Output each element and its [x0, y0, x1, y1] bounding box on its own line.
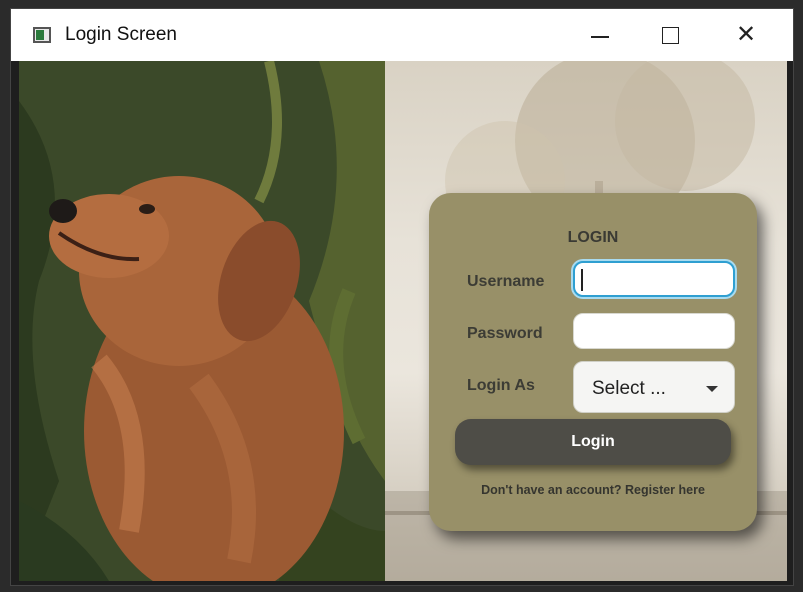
minimize-button[interactable]	[577, 15, 623, 55]
password-label: Password	[467, 325, 543, 342]
minimize-icon	[591, 36, 609, 38]
close-button[interactable]: ✕	[723, 15, 769, 55]
close-icon: ✕	[735, 21, 757, 48]
app-window: Login Screen ✕ LOGIN Username Password L…	[10, 8, 794, 586]
login-heading: LOGIN	[567, 229, 619, 246]
register-link[interactable]: Don't have an account? Register here	[429, 483, 757, 497]
login-as-selected: Select ...	[592, 378, 666, 399]
app-icon	[33, 27, 51, 43]
dog-photo	[19, 61, 385, 581]
maximize-icon	[662, 27, 679, 44]
maximize-button[interactable]	[647, 15, 693, 55]
login-as-label: Login As	[467, 377, 535, 394]
login-button[interactable]: Login	[455, 419, 731, 465]
login-as-select[interactable]: Select ...	[573, 361, 735, 413]
login-card: LOGIN Username Password Login As Select …	[429, 193, 757, 531]
text-caret	[581, 269, 583, 291]
username-input[interactable]	[573, 261, 735, 297]
window-title: Login Screen	[65, 24, 177, 45]
username-label: Username	[467, 273, 545, 290]
title-bar[interactable]: Login Screen ✕	[11, 9, 793, 61]
chevron-down-icon	[706, 386, 718, 392]
password-input[interactable]	[573, 313, 735, 349]
